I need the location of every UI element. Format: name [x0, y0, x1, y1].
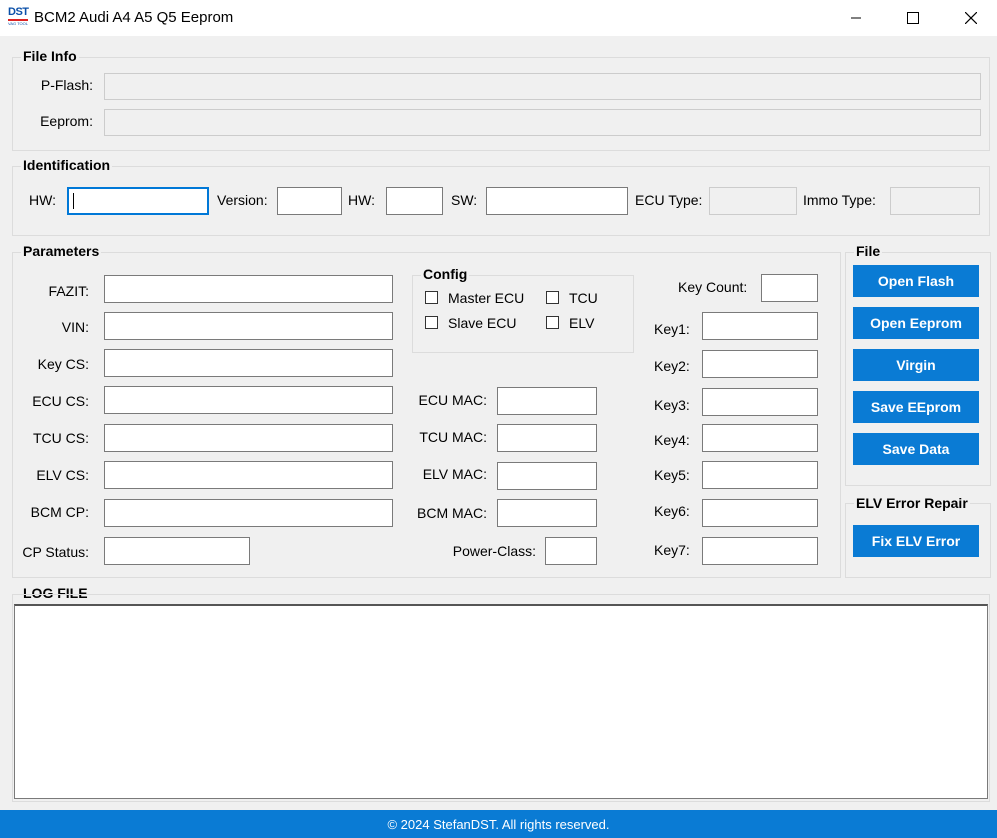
- immo-type-field[interactable]: [890, 187, 980, 215]
- close-button[interactable]: [948, 0, 994, 36]
- parameters-label: Parameters: [21, 243, 102, 259]
- bcm-mac-label: BCM MAC:: [417, 505, 487, 521]
- elv-cs-label: ELV CS:: [36, 467, 89, 483]
- vin-label: VIN:: [61, 319, 89, 335]
- app-icon-text: DST: [8, 6, 29, 18]
- key4-input[interactable]: [702, 424, 818, 452]
- bcm-cp-label: BCM CP:: [30, 504, 89, 520]
- pflash-label: P-Flash:: [40, 77, 93, 93]
- hw2-label: HW:: [348, 192, 375, 208]
- eeprom-field[interactable]: [104, 109, 981, 136]
- virgin-button[interactable]: Virgin: [853, 349, 979, 381]
- key-count-input[interactable]: [761, 274, 818, 302]
- save-eeprom-button[interactable]: Save EEprom: [853, 391, 979, 423]
- tcu-cs-input[interactable]: [104, 424, 393, 452]
- open-flash-button[interactable]: Open Flash: [853, 265, 979, 297]
- file-info-group: [12, 57, 990, 151]
- save-data-button[interactable]: Save Data: [853, 433, 979, 465]
- tcu-mac-label: TCU MAC:: [419, 429, 487, 445]
- tcu-cs-label: TCU CS:: [33, 430, 89, 446]
- version-input[interactable]: [277, 187, 342, 215]
- slave-ecu-label: Slave ECU: [448, 315, 517, 331]
- power-class-input[interactable]: [545, 537, 597, 565]
- version-label: Version:: [217, 192, 268, 208]
- footer-bar: © 2024 StefanDST. All rights reserved.: [0, 810, 997, 838]
- bcm-mac-input[interactable]: [497, 499, 597, 527]
- key2-label: Key2:: [654, 358, 690, 374]
- eeprom-label: Eeprom:: [40, 113, 93, 129]
- pflash-field[interactable]: [104, 73, 981, 100]
- minimize-icon: [851, 17, 861, 19]
- ecu-type-label: ECU Type:: [635, 192, 703, 208]
- identification-label: Identification: [21, 157, 113, 173]
- key6-input[interactable]: [702, 499, 818, 527]
- sw-input[interactable]: [486, 187, 628, 215]
- key3-input[interactable]: [702, 388, 818, 416]
- file-info-label: File Info: [21, 48, 79, 64]
- key5-label: Key5:: [654, 467, 690, 483]
- bcm-cp-input[interactable]: [104, 499, 393, 527]
- config-label: Config: [421, 266, 470, 282]
- fazit-label: FAZIT:: [48, 283, 89, 299]
- immo-type-label: Immo Type:: [803, 192, 876, 208]
- maximize-icon: [907, 12, 919, 24]
- app-icon: DST VAG TOOL: [8, 7, 30, 27]
- key-cs-label: Key CS:: [37, 356, 89, 372]
- file-label: File: [854, 243, 883, 259]
- cp-status-label: CP Status:: [22, 544, 89, 560]
- open-eeprom-button[interactable]: Open Eeprom: [853, 307, 979, 339]
- copyright-text: © 2024 StefanDST. All rights reserved.: [387, 816, 610, 832]
- master-ecu-checkbox[interactable]: [425, 291, 438, 304]
- key2-input[interactable]: [702, 350, 818, 378]
- elv-mac-label: ELV MAC:: [422, 466, 487, 482]
- key4-label: Key4:: [654, 432, 690, 448]
- fix-elv-error-button[interactable]: Fix ELV Error: [853, 525, 979, 557]
- elv-cs-input[interactable]: [104, 461, 393, 489]
- elv-repair-label: ELV Error Repair: [854, 495, 970, 511]
- ecu-type-field[interactable]: [709, 187, 797, 215]
- hw2-input[interactable]: [386, 187, 443, 215]
- tcu-checkbox[interactable]: [546, 291, 559, 304]
- key7-label: Key7:: [654, 542, 690, 558]
- ecu-mac-label: ECU MAC:: [418, 392, 487, 408]
- key-cs-input[interactable]: [104, 349, 393, 377]
- fazit-input[interactable]: [104, 275, 393, 303]
- title-bar: DST VAG TOOL BCM2 Audi A4 A5 Q5 Eeprom: [0, 0, 997, 36]
- hw-label: HW:: [29, 192, 56, 208]
- close-icon: [965, 12, 977, 24]
- tcu-mac-input[interactable]: [497, 424, 597, 452]
- elv-label: ELV: [569, 315, 595, 331]
- minimize-button[interactable]: [833, 0, 879, 36]
- ecu-mac-input[interactable]: [497, 387, 597, 415]
- window-title: BCM2 Audi A4 A5 Q5 Eeprom: [34, 9, 234, 26]
- sw-label: SW:: [451, 192, 478, 208]
- slave-ecu-checkbox[interactable]: [425, 316, 438, 329]
- key7-input[interactable]: [702, 537, 818, 565]
- ecu-cs-label: ECU CS:: [32, 393, 89, 409]
- tcu-label: TCU: [569, 290, 598, 306]
- key-count-label: Key Count:: [678, 279, 748, 295]
- key6-label: Key6:: [654, 503, 690, 519]
- key1-input[interactable]: [702, 312, 818, 340]
- hw-input[interactable]: [67, 187, 209, 215]
- app-icon-subtext: VAG TOOL: [8, 21, 29, 26]
- vin-input[interactable]: [104, 312, 393, 340]
- key5-input[interactable]: [702, 461, 818, 489]
- config-group: [412, 275, 634, 353]
- log-textarea[interactable]: [14, 604, 988, 799]
- cp-status-input[interactable]: [104, 537, 250, 565]
- elv-mac-input[interactable]: [497, 462, 597, 490]
- ecu-cs-input[interactable]: [104, 386, 393, 414]
- key1-label: Key1:: [654, 321, 690, 337]
- maximize-button[interactable]: [890, 0, 936, 36]
- master-ecu-label: Master ECU: [448, 290, 525, 306]
- power-class-label: Power-Class:: [452, 543, 536, 559]
- key3-label: Key3:: [654, 397, 690, 413]
- elv-checkbox[interactable]: [546, 316, 559, 329]
